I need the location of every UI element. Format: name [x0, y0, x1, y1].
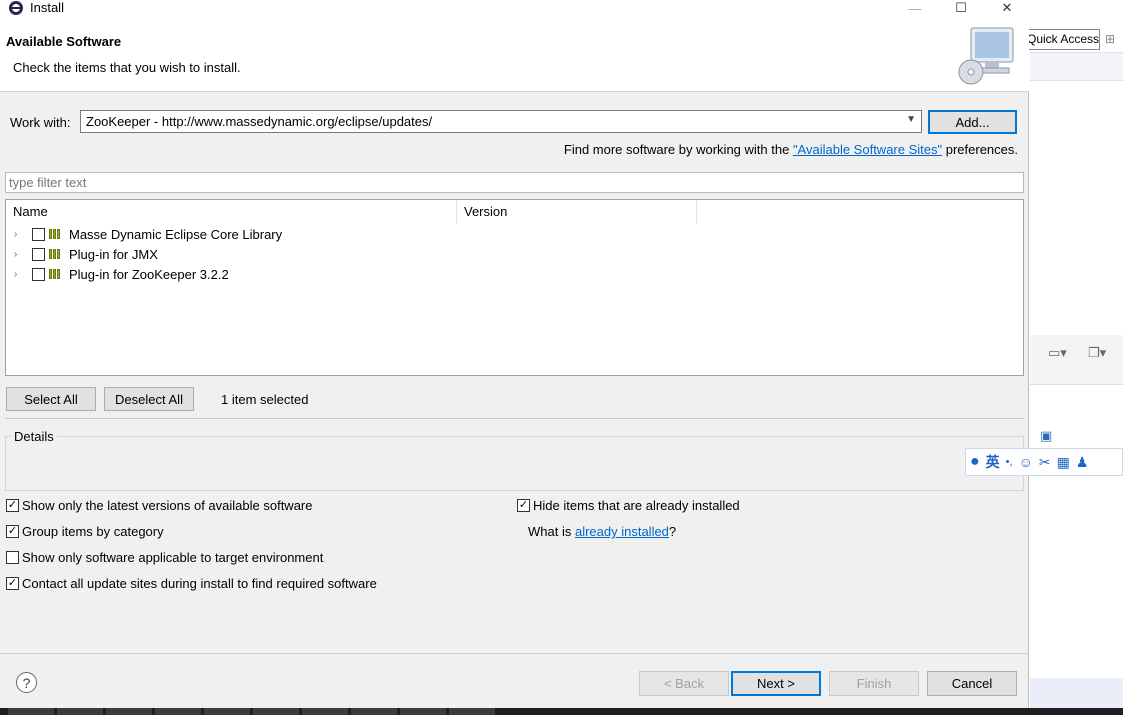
- details-group: [5, 436, 1024, 491]
- option-label: Group items by category: [22, 524, 164, 539]
- find-more-text: Find more software by working with the "…: [564, 142, 1018, 157]
- page-subtitle: Check the items that you wish to install…: [13, 60, 241, 75]
- checkbox-unchecked[interactable]: [6, 551, 19, 564]
- deselect-all-button[interactable]: Deselect All: [104, 387, 194, 411]
- option-latest-versions[interactable]: ✓ Show only the latest versions of avail…: [6, 498, 313, 513]
- ime-logo-icon[interactable]: ●: [970, 453, 980, 471]
- quick-access-field[interactable]: Quick Access: [1022, 29, 1100, 50]
- tree-item-label: Masse Dynamic Eclipse Core Library: [69, 226, 283, 242]
- taskbar-item[interactable]: [302, 708, 348, 715]
- checkbox-checked[interactable]: ✓: [6, 525, 19, 538]
- chevron-down-icon[interactable]: ▼: [906, 114, 916, 125]
- work-with-value: ZooKeeper - http://www.massedynamic.org/…: [86, 114, 433, 129]
- checkbox-checked[interactable]: ✓: [517, 499, 530, 512]
- details-label: Details: [11, 429, 57, 444]
- title-bar: Install — ☐ ✕: [0, 0, 1029, 16]
- monitor-icon[interactable]: ▭▾: [1048, 345, 1067, 361]
- column-header-version[interactable]: Version: [457, 200, 697, 224]
- taskbar-item[interactable]: [155, 708, 201, 715]
- option-label: Show only the latest versions of availab…: [22, 498, 313, 513]
- minimize-button[interactable]: —: [892, 0, 938, 16]
- tree-item-label: Plug-in for JMX: [69, 246, 158, 262]
- divider: [5, 418, 1024, 419]
- tree-checkbox[interactable]: [32, 227, 45, 241]
- user-icon[interactable]: ♟: [1076, 454, 1089, 471]
- selection-status: 1 item selected: [221, 392, 309, 407]
- taskbar-item[interactable]: [253, 708, 299, 715]
- taskbar-item[interactable]: [106, 708, 152, 715]
- next-button[interactable]: Next >: [731, 671, 821, 696]
- taskbar-item[interactable]: [8, 708, 54, 715]
- user-icon[interactable]: ▣: [1040, 428, 1052, 444]
- new-window-icon[interactable]: ❐▾: [1088, 345, 1106, 361]
- chevron-right-icon[interactable]: ›: [14, 269, 24, 280]
- tree-row[interactable]: › Plug-in for ZooKeeper 3.2.2: [6, 264, 1023, 284]
- find-more-suffix: preferences.: [942, 142, 1018, 157]
- ime-language-toggle[interactable]: 英: [986, 452, 1000, 472]
- already-installed-link[interactable]: already installed: [575, 524, 669, 539]
- tree-item-label: Plug-in for ZooKeeper 3.2.2: [69, 266, 229, 282]
- category-icon: [49, 269, 63, 279]
- background-view-toolbar: ▭▾ ❐▾: [1030, 335, 1123, 385]
- taskbar-item[interactable]: [351, 708, 397, 715]
- option-label: Contact all update sites during install …: [22, 576, 377, 591]
- taskbar: [0, 708, 1123, 715]
- column-header-name[interactable]: Name: [6, 200, 457, 224]
- taskbar-item[interactable]: [449, 708, 495, 715]
- finish-button[interactable]: Finish: [829, 671, 919, 696]
- work-with-combo[interactable]: ZooKeeper - http://www.massedynamic.org/…: [80, 110, 922, 133]
- tree-checkbox[interactable]: [32, 267, 45, 281]
- category-icon: [49, 249, 63, 259]
- window-title: Install: [30, 0, 64, 15]
- what-is-prefix: What is: [528, 524, 575, 539]
- punctuation-icon[interactable]: •,: [1006, 456, 1013, 468]
- background-status-strip: [1030, 678, 1123, 708]
- install-banner-icon: [958, 27, 1014, 85]
- background-workbench: ▭▾ ❐▾ ▣: [1030, 0, 1123, 708]
- taskbar-item[interactable]: [204, 708, 250, 715]
- keyboard-icon[interactable]: ▦: [1057, 454, 1070, 471]
- option-group-by-category[interactable]: ✓ Group items by category: [6, 524, 164, 539]
- checkbox-checked[interactable]: ✓: [6, 577, 19, 590]
- taskbar-item[interactable]: [400, 708, 446, 715]
- find-more-prefix: Find more software by working with the: [563, 142, 793, 157]
- filter-input[interactable]: [6, 173, 1023, 192]
- emoji-icon[interactable]: ☺: [1019, 454, 1033, 470]
- option-label: Hide items that are already installed: [533, 498, 740, 513]
- category-icon: [49, 229, 63, 239]
- add-site-button[interactable]: Add...: [928, 110, 1017, 134]
- tree-row[interactable]: › Masse Dynamic Eclipse Core Library: [6, 224, 1023, 244]
- select-all-button[interactable]: Select All: [6, 387, 96, 411]
- footer-divider: [0, 653, 1029, 654]
- taskbar-item[interactable]: [57, 708, 103, 715]
- back-button[interactable]: < Back: [639, 671, 729, 696]
- software-tree: Name Version › Masse Dynamic Eclipse Cor…: [5, 199, 1024, 376]
- background-toolbar-strip: [1030, 52, 1123, 81]
- close-button[interactable]: ✕: [984, 0, 1030, 16]
- what-is-installed-text: What is already installed?: [528, 524, 676, 539]
- eclipse-icon: [9, 1, 23, 15]
- what-is-suffix: ?: [668, 524, 677, 539]
- install-dialog: Install — ☐ ✕ Available Software Check t…: [0, 0, 1029, 708]
- cancel-button[interactable]: Cancel: [927, 671, 1017, 696]
- option-label: Show only software applicable to target …: [22, 550, 324, 565]
- available-sites-link[interactable]: "Available Software Sites": [793, 142, 942, 157]
- option-contact-sites[interactable]: ✓ Contact all update sites during instal…: [6, 576, 377, 591]
- tree-checkbox[interactable]: [32, 247, 45, 261]
- maximize-button[interactable]: ☐: [938, 0, 984, 16]
- option-hide-installed[interactable]: ✓ Hide items that are already installed: [517, 498, 740, 513]
- dialog-header: Available Software Check the items that …: [0, 16, 1029, 92]
- filter-field-wrapper: [5, 172, 1024, 193]
- perspective-icon[interactable]: ⊞: [1105, 32, 1119, 50]
- chevron-right-icon[interactable]: ›: [14, 229, 24, 240]
- checkbox-checked[interactable]: ✓: [6, 499, 19, 512]
- ime-toolbar: ● 英 •, ☺ ✂ ▦ ♟: [965, 448, 1123, 476]
- scissors-icon[interactable]: ✂: [1039, 454, 1051, 471]
- page-title: Available Software: [6, 34, 122, 49]
- help-icon[interactable]: ?: [16, 672, 37, 693]
- tree-row[interactable]: › Plug-in for JMX: [6, 244, 1023, 264]
- work-with-label: Work with:: [10, 115, 71, 130]
- chevron-right-icon[interactable]: ›: [14, 249, 24, 260]
- option-target-environment[interactable]: Show only software applicable to target …: [6, 550, 323, 565]
